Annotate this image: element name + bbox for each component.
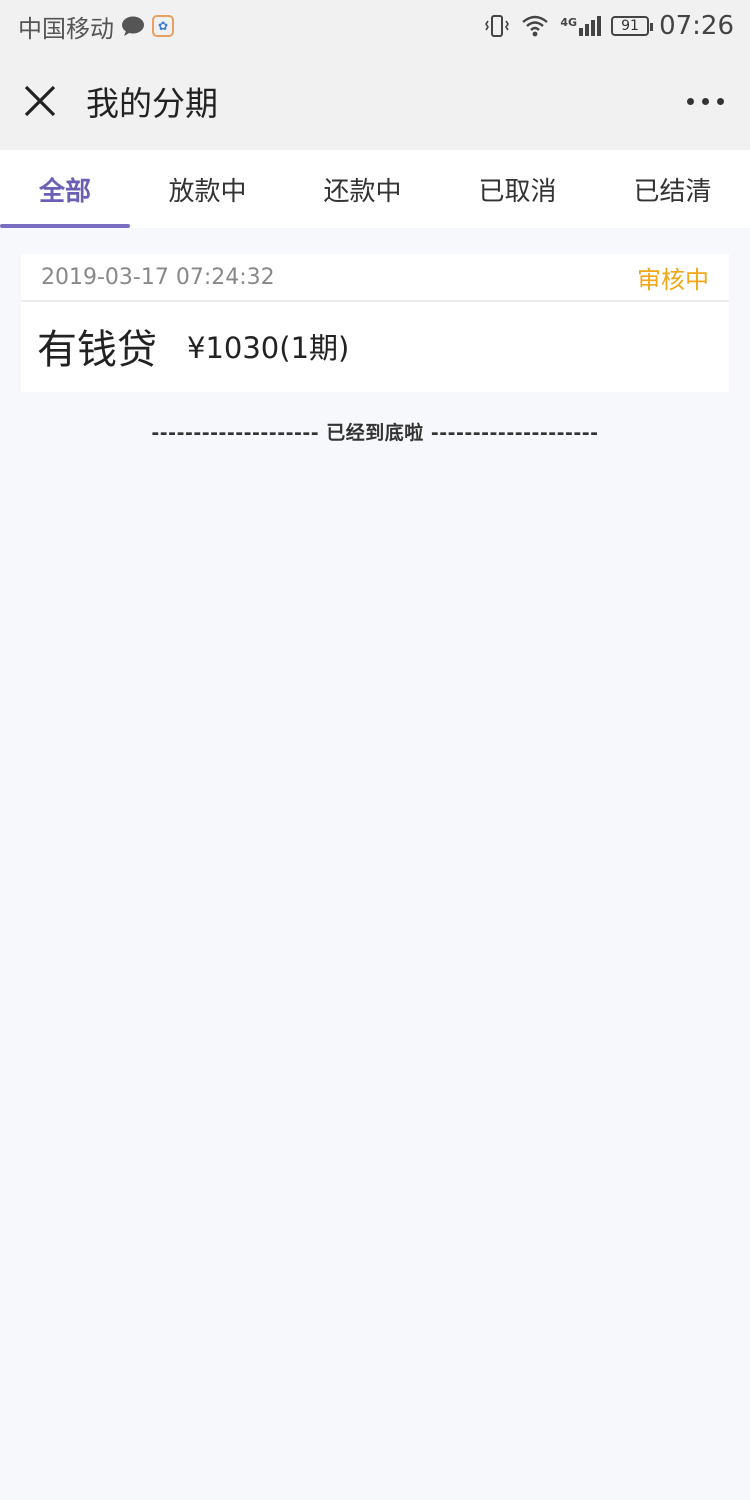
status-tabs: 全部 放款中 还款中 已取消 已结清 xyxy=(0,150,750,228)
paw-app-icon: ✿ xyxy=(152,15,174,37)
close-icon xyxy=(24,85,56,117)
order-date: 2019-03-17 07:24:32 xyxy=(41,264,275,290)
more-dot-icon xyxy=(716,97,724,105)
tab-settled[interactable]: 已结清 xyxy=(595,150,750,228)
end-of-list-indicator: -------------------- 已经到底啦 -------------… xyxy=(151,422,599,444)
chat-bubble-icon xyxy=(122,16,144,36)
clock: 07:26 xyxy=(659,11,734,41)
wifi-icon xyxy=(522,15,549,37)
card-body: 有钱贷 ¥1030(1期) xyxy=(21,302,729,390)
signal-icon: 4G xyxy=(560,16,602,36)
more-dot-icon xyxy=(686,97,694,105)
tab-disbursing[interactable]: 放款中 xyxy=(130,150,285,228)
page-title: 我的分期 xyxy=(86,84,218,123)
vibrate-icon xyxy=(485,15,510,37)
card-header: 2019-03-17 07:24:32 审核中 xyxy=(21,254,729,302)
tab-all[interactable]: 全部 xyxy=(0,150,130,228)
tab-cancelled[interactable]: 已取消 xyxy=(440,150,595,228)
top-bar: 中国移动 ✿ 4G 91 07:26 我的分期 xyxy=(0,0,750,150)
title-bar: 我的分期 xyxy=(0,52,750,150)
battery-icon: 91 xyxy=(611,16,654,36)
installment-card[interactable]: 2019-03-17 07:24:32 审核中 有钱贷 ¥1030(1期) xyxy=(21,254,729,392)
battery-level: 91 xyxy=(621,18,639,34)
status-badge: 审核中 xyxy=(637,265,709,294)
tab-repaying[interactable]: 还款中 xyxy=(285,150,440,228)
more-options-button[interactable] xyxy=(660,52,750,150)
product-name: 有钱贷 xyxy=(37,327,157,373)
loan-amount: ¥1030(1期) xyxy=(187,331,350,365)
carrier-label: 中国移动 xyxy=(18,14,114,43)
more-dot-icon xyxy=(701,97,709,105)
status-bar: 中国移动 ✿ 4G 91 07:26 xyxy=(0,0,750,52)
close-button[interactable] xyxy=(0,52,80,150)
network-type-label: 4G xyxy=(560,16,578,29)
